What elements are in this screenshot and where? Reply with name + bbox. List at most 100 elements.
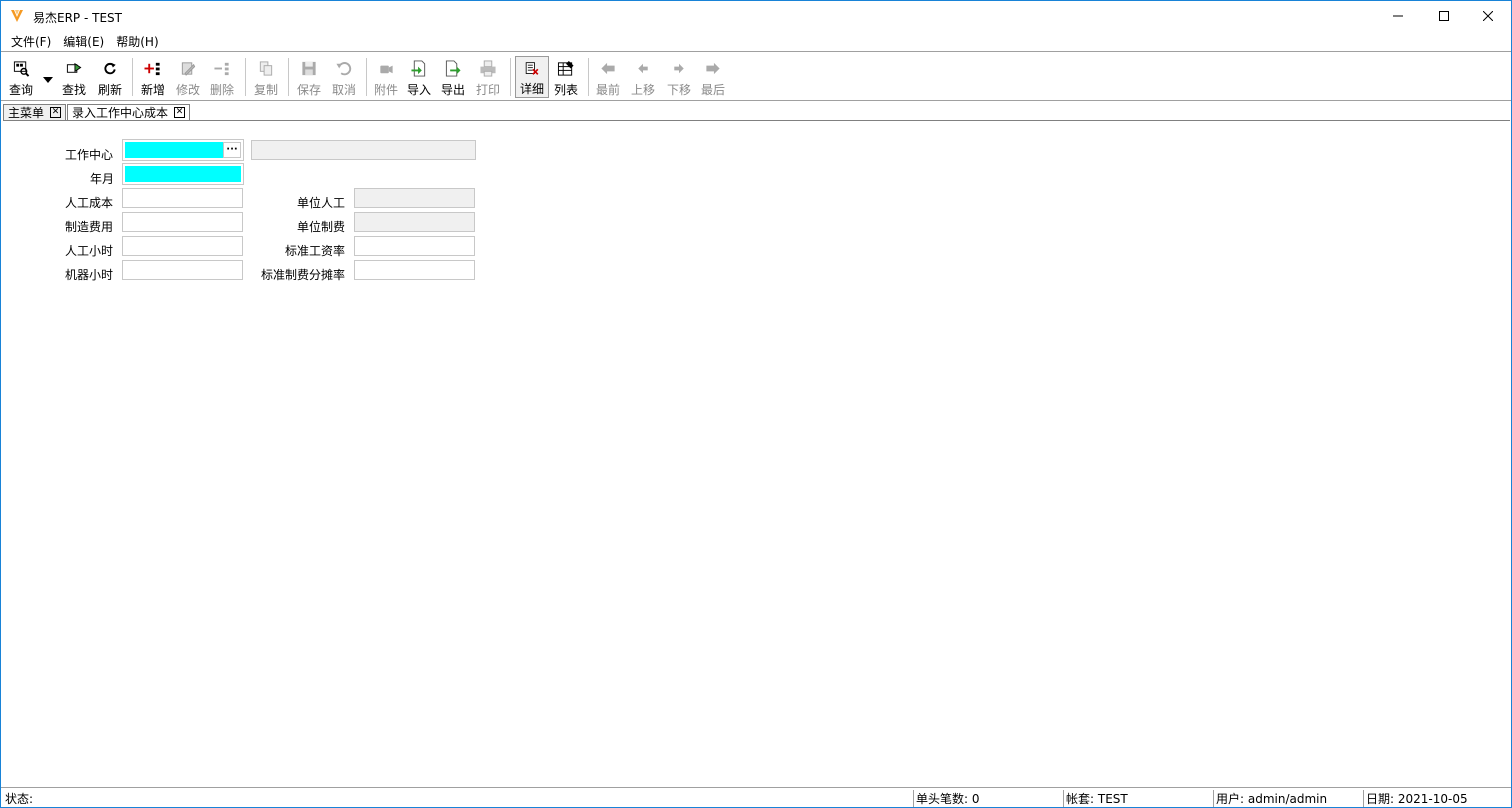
cancel-label: 取消 (332, 83, 357, 97)
app-window: 易杰ERP - TEST 文件(F) 编辑(E) 帮助(H) 查询 查找 刷新 … (0, 0, 1512, 808)
toolbar: 查询 查找 刷新 新增 修改 删除 复制 保存 取消 附件 导入 导出 打印 详… (1, 51, 1511, 101)
toolbar-separator (588, 58, 589, 96)
attachment-icon (380, 65, 393, 74)
print-label: 打印 (476, 83, 501, 97)
year-month-label: 年月 (90, 172, 115, 186)
account-set: 帐套: TEST (1063, 790, 1213, 807)
std-mfg-rate-input[interactable] (354, 260, 475, 280)
save-button[interactable]: 保存 (297, 56, 321, 98)
machine-hours-input[interactable] (122, 260, 243, 280)
query-label: 查询 (9, 83, 34, 97)
edit-button[interactable]: 修改 (176, 56, 200, 98)
refresh-button[interactable]: 刷新 (98, 56, 122, 98)
labor-cost-input[interactable] (122, 188, 243, 208)
arrow-right-icon (674, 63, 684, 74)
new-button[interactable]: 新增 (141, 56, 165, 98)
refresh-label: 刷新 (98, 83, 123, 97)
window-title: 易杰ERP - TEST (33, 11, 122, 25)
menu-file[interactable]: 文件(F) (5, 33, 57, 50)
find-button[interactable]: 查找 (62, 56, 86, 98)
last-record-button[interactable]: 最后 (701, 56, 725, 98)
title-bar: 易杰ERP - TEST (1, 1, 1511, 31)
menu-help[interactable]: 帮助(H) (110, 33, 164, 50)
cancel-button[interactable]: 取消 (332, 56, 356, 98)
last-label: 最后 (701, 83, 726, 97)
attach-button[interactable]: 附件 (374, 56, 398, 98)
tab-label: 录入工作中心成本 (72, 106, 169, 120)
close-icon[interactable]: ✕ (174, 107, 186, 118)
work-center-name-field (251, 140, 476, 160)
last-record-icon (706, 62, 720, 75)
list-label: 列表 (554, 83, 579, 97)
header-count: 单头笔数: 0 (913, 790, 1063, 807)
toolbar-separator (366, 58, 367, 96)
labor-hours-label: 人工小时 (65, 244, 114, 258)
import-label: 导入 (407, 83, 432, 97)
import-button[interactable]: 导入 (407, 56, 431, 98)
arrow-left-icon (638, 63, 648, 74)
print-button[interactable]: 打印 (476, 56, 500, 98)
detail-icon (525, 62, 539, 75)
unit-labor-label: 单位人工 (297, 196, 346, 210)
std-mfg-rate-label: 标准制费分摊率 (261, 268, 346, 282)
work-center-label: 工作中心 (65, 148, 114, 162)
unit-mfg-field (354, 212, 475, 232)
list-icon (557, 60, 574, 76)
export-button[interactable]: 导出 (441, 56, 465, 98)
document-tabs: 主菜单 ✕ 录入工作中心成本 ✕ (3, 104, 191, 120)
work-center-browse-button[interactable]: ··· (223, 142, 241, 158)
delete-label: 删除 (210, 83, 235, 97)
toolbar-separator (510, 58, 511, 96)
detail-view-button[interactable]: 详细 (515, 56, 549, 98)
menu-bar: 文件(F) 编辑(E) 帮助(H) (1, 31, 1511, 51)
new-label: 新增 (141, 83, 166, 97)
query-button[interactable]: 查询 (9, 56, 33, 98)
refresh-icon (104, 62, 116, 75)
unit-mfg-label: 单位制费 (297, 220, 346, 234)
query-icon (13, 61, 30, 77)
next-label: 下移 (667, 83, 692, 97)
close-icon (1483, 11, 1493, 21)
minimize-icon (1393, 15, 1403, 17)
maximize-icon (1439, 11, 1449, 21)
maximize-button[interactable] (1421, 1, 1467, 31)
attach-label: 附件 (374, 83, 399, 97)
menu-edit[interactable]: 编辑(E) (57, 33, 110, 50)
ellipsis-icon: ··· (226, 144, 238, 155)
next-record-button[interactable]: 下移 (667, 56, 691, 98)
first-record-icon (601, 62, 615, 75)
list-view-button[interactable]: 列表 (554, 56, 578, 98)
find-label: 查找 (62, 83, 87, 97)
delete-button[interactable]: 删除 (210, 56, 234, 98)
first-label: 最前 (596, 83, 621, 97)
mfg-expense-input[interactable] (122, 212, 243, 232)
labor-hours-input[interactable] (122, 236, 243, 256)
mfg-expense-label: 制造费用 (65, 220, 114, 234)
status-text: 状态: (5, 792, 34, 806)
print-icon (480, 60, 496, 77)
toolbar-separator (288, 58, 289, 96)
tab-main-menu[interactable]: 主菜单 ✕ (3, 104, 67, 120)
previous-record-button[interactable]: 上移 (631, 56, 655, 98)
tab-work-center-cost[interactable]: 录入工作中心成本 ✕ (67, 104, 191, 120)
year-month-input[interactable] (122, 163, 244, 185)
copy-button[interactable]: 复制 (254, 56, 278, 98)
find-icon (66, 62, 82, 73)
first-record-button[interactable]: 最前 (596, 56, 620, 98)
edit-label: 修改 (176, 83, 201, 97)
std-wage-rate-input[interactable] (354, 236, 475, 256)
copy-label: 复制 (254, 83, 279, 97)
copy-icon (259, 61, 273, 76)
close-button[interactable] (1465, 1, 1511, 31)
undo-icon (336, 62, 352, 76)
close-icon[interactable]: ✕ (50, 107, 62, 118)
chevron-down-icon (43, 77, 53, 83)
std-wage-rate-label: 标准工资率 (285, 244, 346, 258)
save-icon (302, 61, 316, 76)
toolbar-separator (132, 58, 133, 96)
tab-label: 主菜单 (8, 106, 45, 120)
toolbar-separator (245, 58, 246, 96)
status-bar: 状态: 单头笔数: 0 帐套: TEST 用户: admin/admin 日期:… (1, 787, 1511, 807)
minimize-button[interactable] (1375, 1, 1421, 31)
query-dropdown-arrow[interactable] (43, 72, 53, 86)
